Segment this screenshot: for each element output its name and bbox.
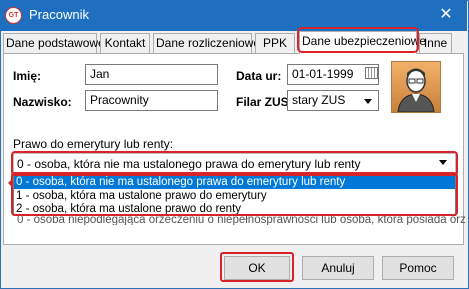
help-button[interactable]: Pomoc (382, 256, 454, 280)
tab-ppk[interactable]: PPK (255, 33, 295, 53)
app-logo-icon: GT (5, 7, 22, 24)
tab-highlight-box (297, 27, 419, 53)
cancel-button[interactable]: Anuluj (302, 256, 374, 280)
hidden-field-text: 0 - osoba niepodlegająca orzeczeniu o ni… (17, 215, 466, 225)
tab-dane-podstawowe[interactable]: Dane podstawowe (3, 33, 105, 53)
tab-dane-rozliczeniowe[interactable]: Dane rozliczeniowe (153, 33, 260, 53)
calendar-icon[interactable] (365, 67, 378, 79)
window-title: Pracownik (29, 7, 89, 22)
imie-input[interactable]: Jan (85, 64, 218, 85)
dropdown-highlight-box (11, 172, 458, 216)
filar-zus-label: Filar ZUS: (236, 95, 293, 109)
close-button[interactable]: ✕ (432, 4, 460, 26)
pension-right-label: Prawo do emerytury lub renty: (13, 137, 174, 151)
pointer-arrow-icon (8, 178, 13, 188)
nazwisko-input[interactable]: Pracownity (85, 90, 218, 111)
data-ur-label: Data ur: (236, 69, 282, 83)
ok-highlight-box (220, 252, 294, 282)
tab-kontakt[interactable]: Kontakt (100, 33, 150, 53)
imie-label: Imię: (13, 69, 42, 83)
employee-photo[interactable] (391, 61, 441, 113)
person-avatar-icon (397, 68, 435, 113)
chevron-down-icon[interactable] (364, 99, 372, 104)
nazwisko-label: Nazwisko: (13, 95, 72, 109)
